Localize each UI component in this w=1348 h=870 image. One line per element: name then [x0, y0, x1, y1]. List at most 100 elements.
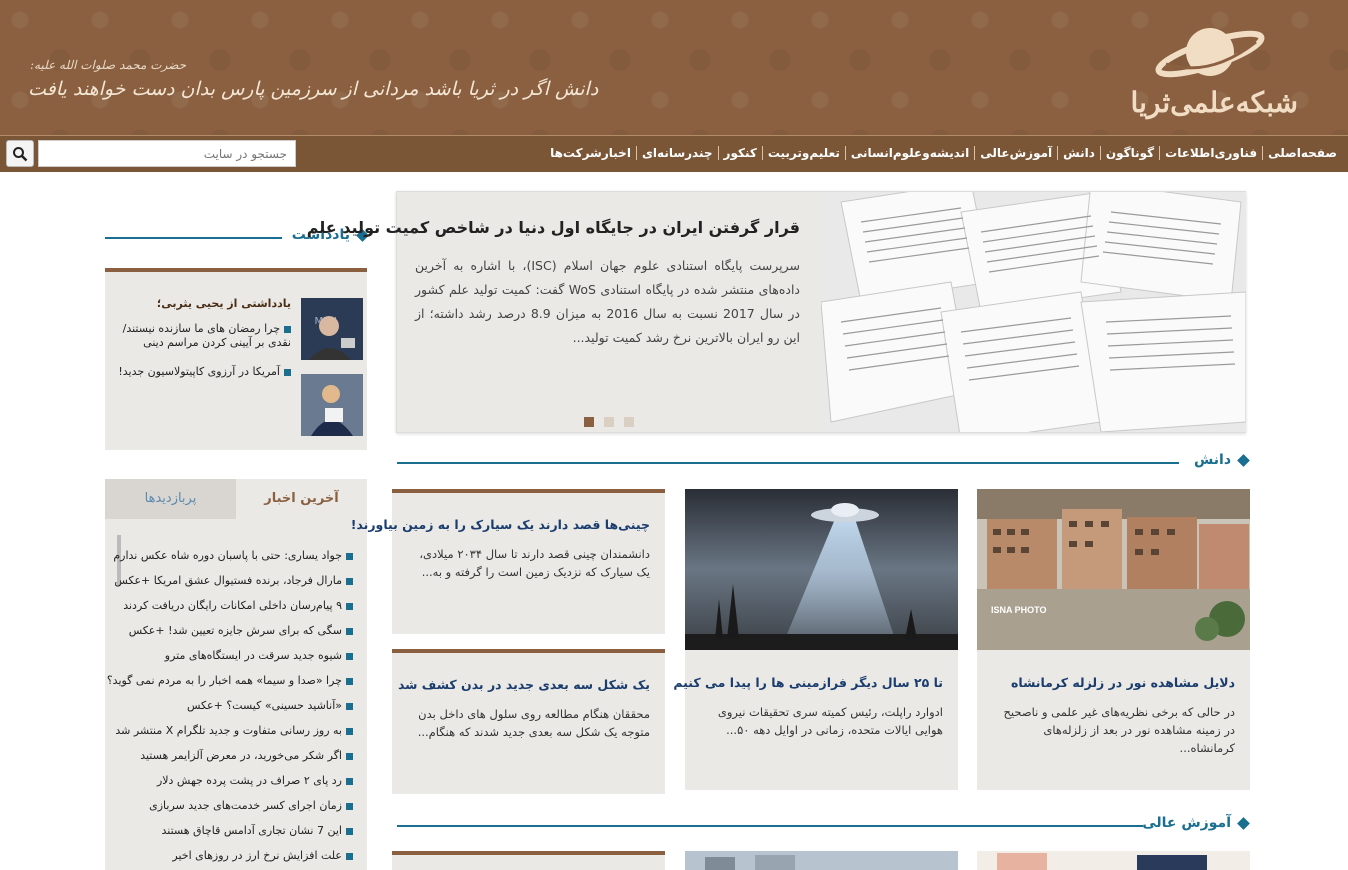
bullet-icon	[346, 752, 353, 760]
diamond-icon	[1237, 816, 1250, 830]
nav-item-home[interactable]: صفحه‌اصلی	[1262, 146, 1342, 160]
papers-image-icon	[821, 192, 1246, 432]
list-item[interactable]: سگی که برای سرش جایزه تعیین شد! +عکس	[129, 624, 353, 637]
nav-item-misc[interactable]: گوناگون	[1099, 146, 1159, 160]
search-form	[6, 140, 296, 167]
list-item[interactable]: علت افزایش نرخ ارز در روزهای اخیر	[172, 849, 353, 862]
card-title[interactable]: دلایل مشاهده نور در زلزله کرمانشاه	[1011, 675, 1235, 690]
slider-dot-3[interactable]	[584, 417, 594, 427]
card-image-icon	[685, 851, 958, 870]
slider-title[interactable]: قرار گرفتن ایران در جایگاه اول دنیا در ش…	[307, 218, 800, 237]
news-card[interactable]: ISNA PHOTO دلایل مشاهده نور در زلزله کرم…	[977, 489, 1250, 790]
header-quote: حضرت محمد صلوات الله علیه: دانش اگر در ث…	[28, 58, 598, 100]
list-item[interactable]: رد پای ۲ صراف در پشت پرده جهش دلار	[157, 774, 353, 787]
news-tabs: آخرین اخبار پربازدیدها	[105, 479, 367, 519]
list-item[interactable]: مارال فرجاد، برنده فستیوال عشق امریکا +ع…	[114, 574, 353, 587]
nav-item-humanities[interactable]: اندیشه‌وعلوم‌انسانی	[844, 146, 974, 160]
nav-item-multimedia[interactable]: چندرسانه‌ای	[635, 146, 718, 160]
news-card[interactable]: یک شکل سه بعدی جدید در بدن کشف شد محققان…	[392, 649, 665, 794]
yaddasht-divider	[105, 237, 282, 239]
card-title[interactable]: تا ۲۵ سال دیگر فرازمینی ها را پیدا می کن…	[673, 675, 943, 690]
list-item[interactable]: «آناشید حسینی» کیست؟ +عکس	[187, 699, 353, 712]
author-photo-icon: MEH	[301, 298, 363, 360]
author-photo-icon	[301, 374, 363, 436]
danesh-header: دانش	[1194, 452, 1250, 468]
news-card[interactable]	[977, 851, 1250, 870]
news-card[interactable]	[685, 851, 958, 870]
card-title[interactable]: چینی‌ها قصد دارند یک سیارک را به زمین بی…	[351, 517, 650, 532]
yaddasht-thumb-2[interactable]	[301, 374, 363, 436]
card-text: محققان هنگام مطالعه روی سلول های داخل بد…	[417, 707, 650, 739]
bullet-icon	[284, 368, 291, 376]
search-icon	[13, 146, 28, 161]
list-item[interactable]: اگر شکر می‌خورید، در معرض آلزایمر هستید	[140, 749, 353, 762]
planet-logo-icon	[1155, 28, 1265, 78]
logo-text: شبکه‌علمی‌ثریا	[1130, 86, 1298, 119]
news-card[interactable]: چینی‌ها قصد دارند یک سیارک را به زمین بی…	[351, 489, 665, 634]
nav-item-science[interactable]: دانش	[1057, 146, 1100, 160]
nav-item-higher-education[interactable]: آموزش‌عالی	[974, 146, 1057, 160]
amoozesh-divider	[397, 825, 1143, 827]
yaddasht-item-1[interactable]: چرا رمضان های ما سازنده نیستند/ نقدی بر …	[111, 322, 291, 350]
list-item[interactable]: این 7 نشان تجاری آدامس قاچاق هستند	[162, 824, 353, 837]
latest-news-list: جواد یساری: حتی با پاسبان دوره شاه عکس ن…	[105, 519, 367, 870]
bullet-icon	[346, 552, 353, 560]
danesh-divider	[397, 462, 1179, 464]
site-header: شبکه‌علمی‌ثریا حضرت محمد صلوات الله علیه…	[0, 0, 1348, 135]
card-text: دانشمندان چینی قصد دارند تا سال ۲۰۳۴ میل…	[419, 547, 650, 579]
nav-item-company-news[interactable]: اخبار‌شرکت‌ها	[545, 146, 636, 160]
site-logo[interactable]: شبکه‌علمی‌ثریا	[1098, 20, 1298, 120]
yaddasht-author[interactable]: یادداشتی از یحیی یثربی؛	[157, 297, 291, 310]
bullet-icon	[346, 727, 353, 735]
news-card[interactable]: تا ۲۵ سال دیگر فرازمینی ها را پیدا می کن…	[673, 489, 958, 790]
nav-item-konkur[interactable]: کنکور	[717, 146, 762, 160]
bullet-icon	[346, 852, 353, 860]
nav-items: صفحه‌اصلی فناوری‌اطلاعات گوناگون دانش آم…	[545, 146, 1342, 160]
bullet-icon	[346, 677, 353, 685]
bullet-icon	[346, 627, 353, 635]
bullet-icon	[346, 577, 353, 585]
bullet-icon	[346, 602, 353, 610]
featured-slider[interactable]: قرار گرفتن ایران در جایگاه اول دنیا در ش…	[307, 191, 1246, 433]
search-button[interactable]	[6, 140, 34, 167]
slider-dot-1[interactable]	[624, 417, 634, 427]
card-image[interactable]: ISNA PHOTO	[977, 489, 1250, 650]
yaddasht-thumb-1[interactable]: MEH	[301, 298, 363, 360]
card-title[interactable]: یک شکل سه بعدی جدید در بدن کشف شد	[398, 677, 650, 692]
card-image-icon	[977, 851, 1250, 870]
amoozesh-header: آموزش عالی	[1142, 815, 1250, 831]
yaddasht-item-2[interactable]: آمریکا در آرزوی کاپیتولاسیون جدید!	[111, 365, 291, 379]
card-text: در حالی که برخی نظریه‌های غیر علمی و ناص…	[1003, 705, 1236, 755]
yaddasht-box: یادداشتی از یحیی یثربی؛ MEH چرا رمضان ها…	[105, 268, 367, 450]
tab-latest-news[interactable]: آخرین اخبار	[236, 479, 367, 519]
bullet-icon	[346, 802, 353, 810]
nav-item-it[interactable]: فناوری‌اطلاعات	[1159, 146, 1262, 160]
list-item[interactable]: زمان اجرای کسر خدمت‌های جدید سربازی	[149, 799, 353, 812]
amoozesh-title[interactable]: آموزش عالی	[1142, 815, 1231, 831]
diamond-icon	[1237, 453, 1250, 467]
card-image[interactable]	[685, 489, 958, 650]
slider-image[interactable]	[821, 192, 1246, 432]
bullet-icon	[346, 702, 353, 710]
quote-text: دانش اگر در ثریا باشد مردانی از سرزمین پ…	[28, 78, 599, 100]
list-item[interactable]: جواد یساری: حتی با پاسبان دوره شاه عکس ن…	[113, 549, 353, 562]
card-image-watermark: ISNA PHOTO	[991, 605, 1047, 615]
slider-dots	[584, 417, 634, 427]
tab-most-viewed[interactable]: پربازدیدها	[105, 479, 236, 519]
bullet-icon	[346, 777, 353, 785]
slider-dot-2[interactable]	[604, 417, 614, 427]
earthquake-buildings-image-icon	[977, 489, 1250, 650]
slider-text: سرپرست پایگاه استنادی علوم جهان اسلام (I…	[415, 258, 800, 345]
bullet-icon	[346, 652, 353, 660]
bullet-icon	[346, 827, 353, 835]
list-item[interactable]: به روز رسانی متفاوت و جدید تلگرام X منتش…	[115, 724, 353, 737]
news-card[interactable]	[392, 851, 665, 870]
list-item[interactable]: شیوه جدید سرقت در ایستگاه‌های مترو	[165, 649, 353, 662]
list-item[interactable]: ۹ پیام‌رسان داخلی امکانات رایگان دریافت …	[123, 599, 353, 612]
search-input[interactable]	[38, 140, 296, 167]
list-item[interactable]: چرا «صدا و سیما» همه اخبار را به مردم نم…	[107, 674, 353, 687]
card-text: ادوارد راپلت، رئیس کمیته سری تحقیقات نیر…	[717, 705, 943, 737]
ufo-image-icon	[685, 489, 958, 650]
danesh-title[interactable]: دانش	[1194, 452, 1231, 468]
nav-item-education[interactable]: تعلیم‌وتربیت	[761, 146, 845, 160]
